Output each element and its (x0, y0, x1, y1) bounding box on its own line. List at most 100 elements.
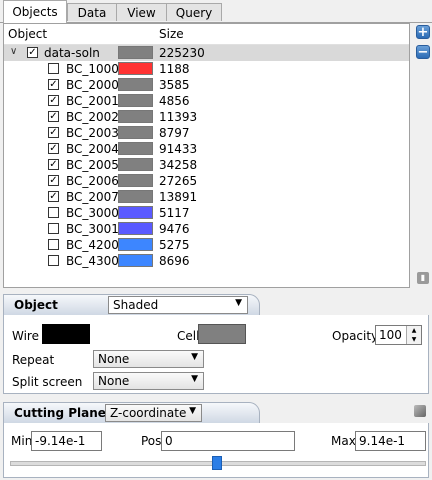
row-checkbox[interactable]: ✓ (48, 191, 59, 202)
color-swatch[interactable] (118, 94, 153, 107)
row-checkbox[interactable] (48, 223, 59, 234)
object-section-body: Wire Cell Opacity 100 ▲ ▼ Repeat None ▼ S… (3, 315, 429, 394)
row-checkbox[interactable]: ✓ (48, 175, 59, 186)
row-name: BC_1000 (66, 62, 119, 76)
remove-object-button[interactable]: − (416, 45, 430, 59)
tree-row[interactable]: ✓ BC_2000 3585 (4, 77, 409, 93)
chevron-down-icon[interactable]: ∨ (10, 46, 17, 57)
tree-row[interactable]: ✓ BC_2004 91433 (4, 141, 409, 157)
repeat-value: None (98, 352, 130, 366)
color-swatch[interactable] (118, 158, 153, 171)
color-swatch[interactable] (118, 126, 153, 139)
row-size: 5275 (159, 238, 190, 252)
tab-view[interactable]: View (116, 3, 167, 21)
chevron-down-icon: ▼ (189, 406, 196, 416)
tree-row[interactable]: BC_3001 9476 (4, 221, 409, 237)
tree-header: Object Size (4, 24, 409, 45)
object-tree[interactable]: Object Size ∨ ✓ data-soln 225230 BC_1000… (3, 23, 410, 288)
color-swatch[interactable] (118, 110, 153, 123)
row-name: BC_3000 (66, 206, 119, 220)
tree-row[interactable]: ✓ BC_2002 11393 (4, 109, 409, 125)
wire-color-swatch[interactable] (42, 324, 90, 344)
render-mode-select[interactable]: Shaded ▼ (108, 296, 248, 314)
row-size: 3585 (159, 78, 190, 92)
row-size: 4856 (159, 94, 190, 108)
tree-row[interactable]: ✓ BC_2005 34258 (4, 157, 409, 173)
color-swatch[interactable] (118, 62, 153, 75)
row-name: data-soln (44, 46, 100, 60)
coordinate-value: Z-coordinate (110, 406, 187, 420)
row-checkbox[interactable] (48, 207, 59, 218)
row-checkbox[interactable]: ✓ (48, 95, 59, 106)
max-input[interactable]: 9.14e-1 (355, 431, 426, 451)
row-checkbox[interactable] (48, 63, 59, 74)
color-swatch[interactable] (118, 174, 153, 187)
cube-icon[interactable] (414, 405, 426, 417)
header-size: Size (159, 27, 184, 41)
color-swatch[interactable] (118, 254, 153, 267)
position-slider-thumb[interactable] (212, 456, 222, 470)
split-screen-label: Split screen (12, 375, 83, 389)
row-size: 8696 (159, 254, 190, 268)
tab-objects[interactable]: Objects (3, 0, 67, 23)
tree-row[interactable]: BC_3000 5117 (4, 205, 409, 221)
cutting-plane-header: Cutting Plane Z-coordinate ▼ (3, 402, 260, 424)
tree-row[interactable]: BC_4200 5275 (4, 237, 409, 253)
color-swatch[interactable] (118, 190, 153, 203)
tab-data[interactable]: Data (67, 3, 117, 21)
tree-row[interactable]: ✓ BC_2001 4856 (4, 93, 409, 109)
cell-label: Cell (177, 329, 200, 343)
opacity-spinbox[interactable]: 100 ▲ ▼ (375, 325, 422, 345)
split-screen-value: None (98, 374, 130, 388)
row-checkbox[interactable]: ✓ (48, 111, 59, 122)
repeat-label: Repeat (12, 353, 55, 367)
tree-row[interactable]: BC_4300 8696 (4, 253, 409, 269)
row-checkbox[interactable] (48, 239, 59, 250)
tab-query-label: Query (175, 6, 213, 20)
row-name: BC_2005 (66, 158, 119, 172)
row-name: BC_2002 (66, 110, 119, 124)
pos-input[interactable]: 0 (161, 431, 295, 451)
row-checkbox[interactable]: ✓ (48, 159, 59, 170)
cell-color-swatch[interactable] (198, 324, 246, 344)
repeat-select[interactable]: None ▼ (93, 350, 204, 368)
tree-row[interactable]: ✓ BC_2007 13891 (4, 189, 409, 205)
lock-icon[interactable]: ▮ (417, 272, 429, 284)
row-size: 1188 (159, 62, 190, 76)
wire-label: Wire (12, 329, 39, 343)
row-size: 27265 (159, 174, 198, 188)
color-swatch[interactable] (118, 222, 153, 235)
split-screen-select[interactable]: None ▼ (93, 372, 204, 390)
coordinate-select[interactable]: Z-coordinate ▼ (105, 404, 202, 422)
color-swatch[interactable] (118, 206, 153, 219)
object-section-title: Object (14, 298, 58, 312)
color-swatch[interactable] (118, 46, 153, 59)
tree-row[interactable]: ✓ BC_2006 27265 (4, 173, 409, 189)
row-checkbox[interactable]: ✓ (48, 79, 59, 90)
color-swatch[interactable] (118, 238, 153, 251)
add-object-button[interactable]: + (416, 25, 430, 39)
row-name: BC_2000 (66, 78, 119, 92)
pos-value: 0 (165, 434, 173, 448)
color-swatch[interactable] (118, 142, 153, 155)
row-name: BC_2003 (66, 126, 119, 140)
tab-query[interactable]: Query (166, 3, 222, 21)
root-checkbox[interactable]: ✓ (27, 47, 38, 58)
min-input[interactable]: -9.14e-1 (31, 431, 102, 451)
row-size: 13891 (159, 190, 198, 204)
tree-row[interactable]: ✓ BC_2003 8797 (4, 125, 409, 141)
row-checkbox[interactable] (48, 255, 59, 266)
color-swatch[interactable] (118, 78, 153, 91)
chevron-down-icon: ▼ (191, 352, 198, 362)
opacity-label: Opacity (332, 329, 379, 343)
tree-row[interactable]: BC_1000 1188 (4, 61, 409, 77)
spin-arrows-icon[interactable]: ▲ ▼ (406, 326, 421, 344)
row-size: 9476 (159, 222, 190, 236)
row-name: BC_2004 (66, 142, 119, 156)
tree-row-root[interactable]: ∨ ✓ data-soln 225230 (4, 45, 409, 61)
object-section-header: Object Shaded ▼ (3, 294, 260, 316)
row-size: 8797 (159, 126, 190, 140)
min-label: Min (11, 434, 33, 448)
row-checkbox[interactable]: ✓ (48, 127, 59, 138)
row-checkbox[interactable]: ✓ (48, 143, 59, 154)
